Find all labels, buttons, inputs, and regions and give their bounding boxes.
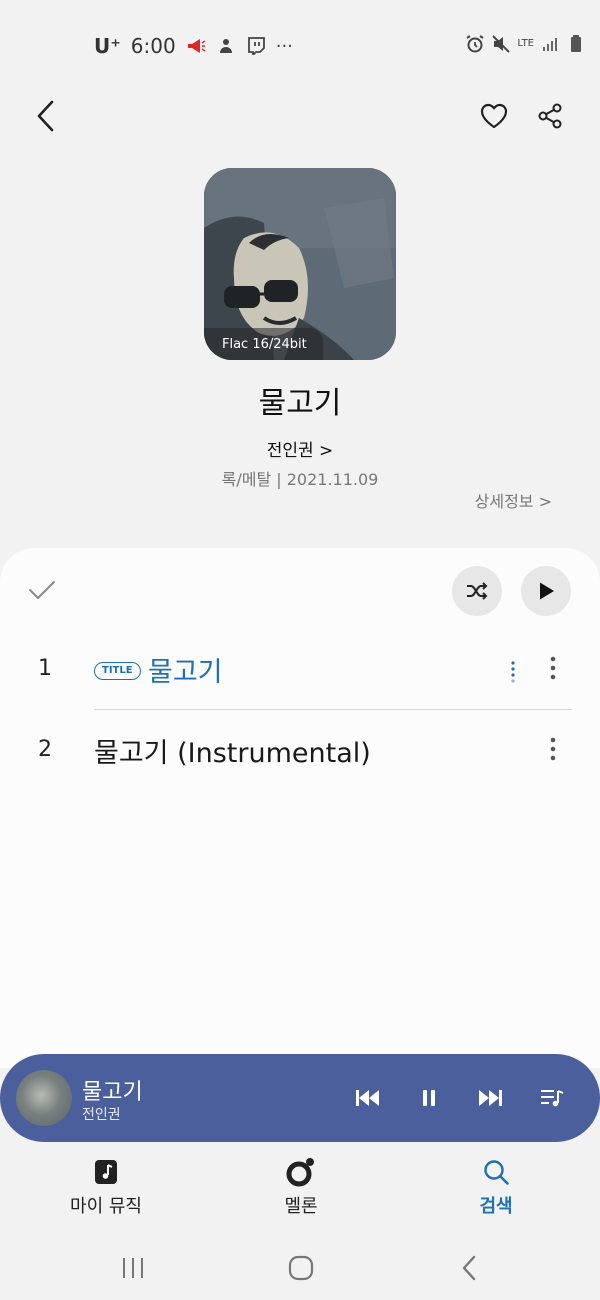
- album-meta: 록/메탈 | 2021.11.09: [221, 470, 379, 489]
- details-link[interactable]: 상세정보 >: [475, 488, 552, 512]
- back-button[interactable]: [24, 92, 68, 140]
- track-name: 물고기 (Instrumental): [94, 738, 371, 769]
- track-name: 물고기: [148, 657, 223, 688]
- bottom-navigation: 마이 뮤직 멜론 검색: [0, 1150, 600, 1220]
- mini-player-artist: 전인권: [82, 1107, 121, 1123]
- previous-button[interactable]: [350, 1080, 386, 1116]
- now-playing-icon: [506, 658, 520, 684]
- megaphone-icon: [186, 36, 206, 56]
- playlist-button[interactable]: [534, 1080, 570, 1116]
- search-icon: [480, 1156, 512, 1188]
- playlist-icon: [541, 1090, 564, 1107]
- track-row[interactable]: 1 TITLE 물고기: [0, 630, 600, 710]
- next-button[interactable]: [472, 1080, 508, 1116]
- checkmark-icon: [29, 581, 55, 599]
- skip-next-icon: [479, 1090, 502, 1106]
- home-button[interactable]: [281, 1250, 321, 1286]
- more-vertical-icon: [550, 737, 556, 761]
- mini-player-album-art[interactable]: [16, 1070, 72, 1126]
- carrier-label: U⁺: [94, 34, 121, 58]
- app-notification-icon: [216, 36, 236, 56]
- battery-icon: [566, 34, 586, 54]
- track-number: 1: [38, 656, 52, 681]
- more-notifications: ···: [275, 35, 293, 57]
- track-list-sheet: 1 TITLE 물고기 2 물고기 (Instrumental): [0, 548, 600, 1068]
- recent-apps-button[interactable]: [113, 1250, 153, 1286]
- like-button[interactable]: [472, 92, 516, 140]
- skip-previous-icon: [356, 1090, 379, 1106]
- share-button[interactable]: [528, 92, 572, 140]
- network-type: LTE: [517, 38, 534, 49]
- back-arrow-icon: [462, 1255, 476, 1281]
- shuffle-button[interactable]: [452, 566, 502, 616]
- mini-player[interactable]: 물고기 전인권: [0, 1054, 600, 1142]
- status-bar: U⁺ 6:00 ··· LTE: [0, 0, 600, 90]
- system-back-button[interactable]: [449, 1250, 489, 1286]
- select-button[interactable]: [26, 576, 60, 606]
- shuffle-icon: [467, 582, 488, 600]
- track-more-button[interactable]: [540, 650, 566, 690]
- pause-button[interactable]: [411, 1080, 447, 1116]
- track-row[interactable]: 2 물고기 (Instrumental): [0, 711, 600, 791]
- play-icon: [540, 582, 554, 600]
- system-navigation-bar: [0, 1238, 600, 1300]
- share-icon: [538, 103, 562, 129]
- nav-label: 마이 뮤직: [70, 1196, 142, 1217]
- melon-icon: [285, 1156, 317, 1188]
- track-more-button[interactable]: [540, 731, 566, 771]
- twitch-icon: [246, 36, 266, 56]
- track-number: 2: [38, 737, 52, 762]
- title-track-badge: TITLE: [94, 662, 141, 680]
- quality-badge: Flac 16/24bit: [204, 328, 323, 360]
- nav-label: 검색: [479, 1196, 513, 1217]
- home-icon: [288, 1255, 314, 1281]
- alarm-icon: [465, 34, 485, 54]
- pause-icon: [423, 1090, 435, 1106]
- nav-label: 멜론: [284, 1196, 318, 1217]
- nav-search[interactable]: 검색: [416, 1150, 576, 1220]
- heart-outline-icon: [480, 103, 508, 129]
- recent-apps-icon: [123, 1258, 143, 1278]
- album-title: 물고기: [258, 386, 342, 421]
- track-divider: [94, 709, 572, 710]
- mini-player-title: 물고기: [82, 1080, 143, 1105]
- clock-time: 6:00: [130, 34, 176, 58]
- album-art[interactable]: Flac 16/24bit: [204, 168, 396, 360]
- top-bar: [0, 92, 600, 142]
- signal-icon: [540, 34, 560, 54]
- more-vertical-icon: [550, 656, 556, 680]
- mute-icon: [491, 34, 511, 54]
- chevron-left-icon: [37, 100, 54, 132]
- artist-link[interactable]: 전인권 >: [0, 436, 600, 461]
- music-note-icon: [90, 1156, 122, 1188]
- nav-my-music[interactable]: 마이 뮤직: [26, 1150, 186, 1220]
- play-all-button[interactable]: [521, 566, 571, 616]
- nav-melon[interactable]: 멜론: [221, 1150, 381, 1220]
